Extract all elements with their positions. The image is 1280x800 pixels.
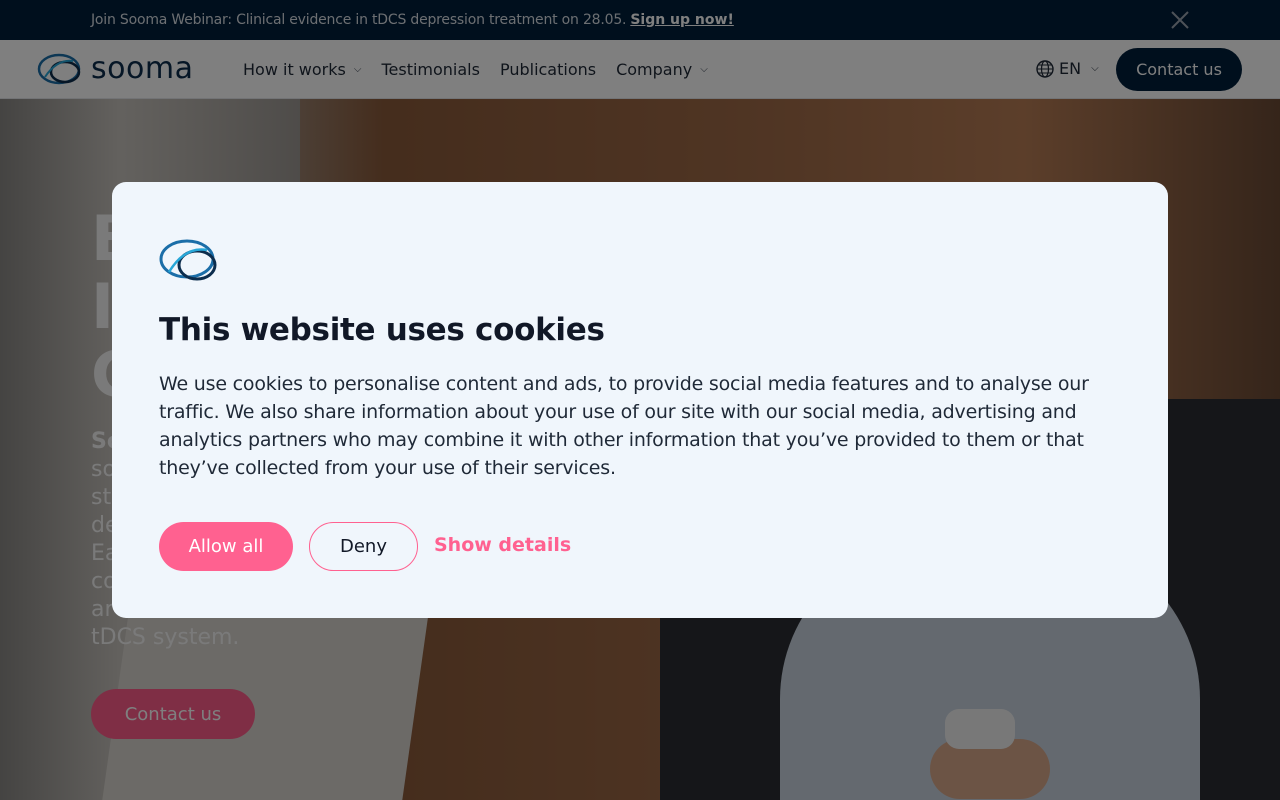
- sooma-logo-icon: [159, 238, 219, 288]
- deny-button[interactable]: Deny: [309, 522, 418, 571]
- allow-all-button[interactable]: Allow all: [159, 522, 293, 571]
- cookie-dialog-body: We use cookies to personalise content an…: [159, 373, 1089, 479]
- show-details-link[interactable]: Show details: [434, 534, 571, 556]
- cookie-dialog-title: This website uses cookies: [159, 312, 605, 348]
- cookie-consent-dialog: This website uses cookies We use cookies…: [112, 182, 1168, 618]
